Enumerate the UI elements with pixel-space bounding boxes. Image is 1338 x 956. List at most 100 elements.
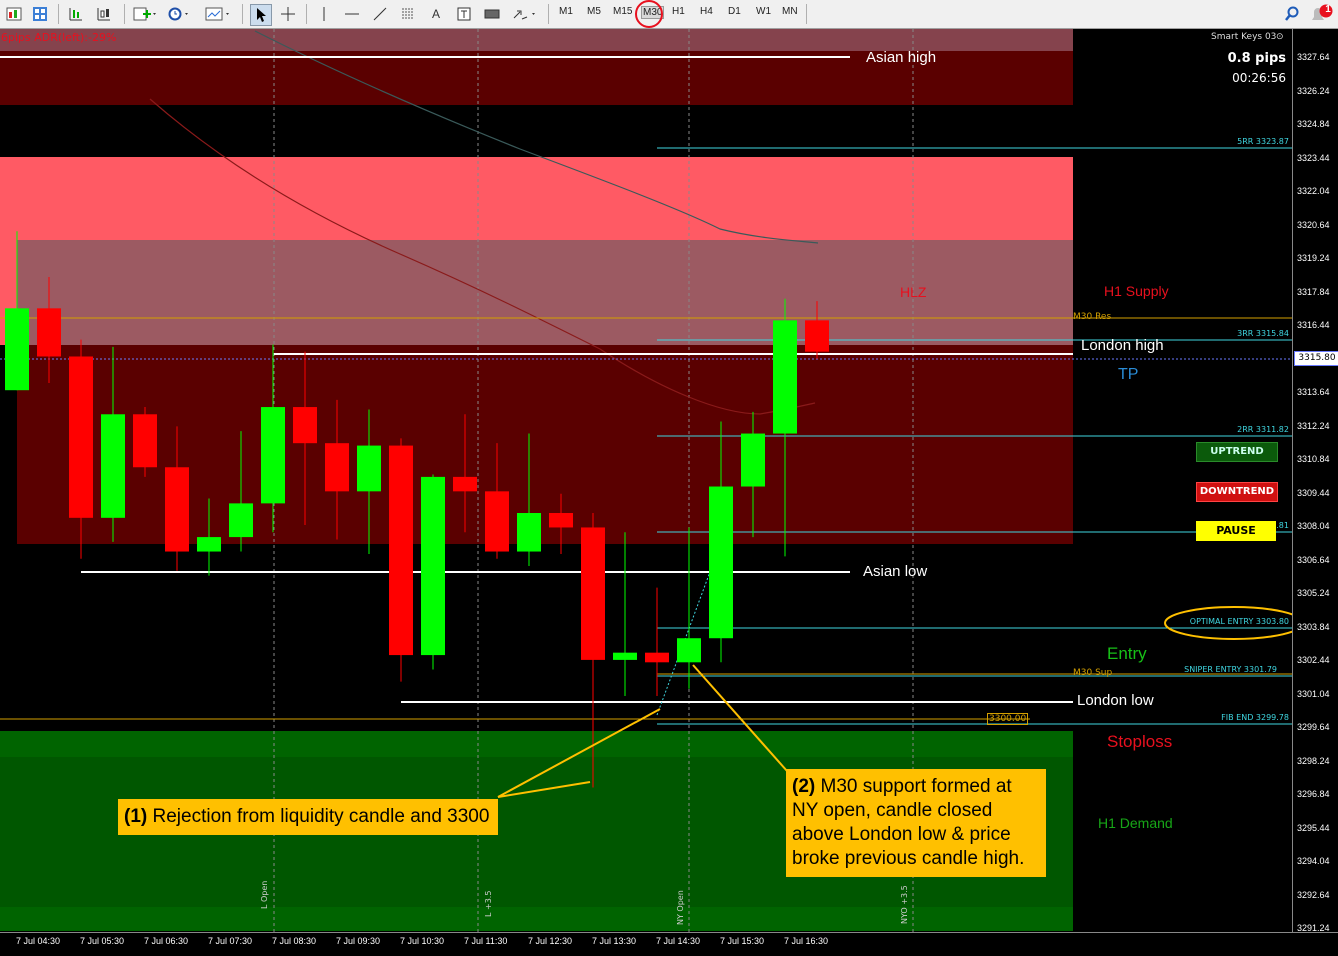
templates-icon[interactable] [204, 4, 234, 24]
timeframe-w1[interactable]: W1 [756, 6, 771, 17]
price-tick: 3324.84 [1297, 119, 1330, 129]
add-indicator-icon[interactable] [132, 4, 158, 24]
bull-candle [517, 513, 541, 552]
session-marker-l-plus: L +3.5 [484, 890, 493, 917]
time-axis[interactable]: 7 Jul 04:30 7 Jul 05:30 7 Jul 06:30 7 Jul 0… [0, 932, 1338, 956]
bear-candle [805, 320, 829, 352]
price-tick: 3294.04 [1297, 856, 1330, 866]
candle-timer: 00:26:56 [1232, 71, 1286, 85]
callout-1-text: Rejection from liquidity candle and 3300 [147, 806, 490, 827]
notification-count: 1 [1325, 4, 1331, 15]
callout-2-number: (2) [792, 776, 816, 797]
price-tick: 3319.24 [1297, 253, 1330, 263]
bull-candle [709, 486, 733, 639]
bear-candle [165, 467, 189, 552]
rectangle-icon[interactable] [482, 4, 502, 24]
timeframe-d1[interactable]: D1 [728, 6, 741, 17]
h1-supply-label: H1 Supply [1104, 283, 1169, 299]
uptrend-button[interactable]: UPTREND [1196, 442, 1278, 462]
price-tick: 3292.64 [1297, 889, 1330, 900]
tp-label: TP [1118, 366, 1139, 383]
profiles-icon[interactable] [30, 4, 50, 24]
timeframe-m5[interactable]: M5 [587, 6, 601, 17]
price-tick: 3313.64 [1297, 387, 1330, 397]
time-tick: 7 Jul 07:30 [208, 936, 253, 946]
trendline-icon[interactable] [370, 4, 390, 24]
callout-1: (1) Rejection from liquidity candle and … [118, 799, 498, 835]
timeframe-m1[interactable]: M1 [559, 6, 573, 17]
sniper-entry-label: SNIPER ENTRY 3301.79 [1184, 665, 1277, 674]
cursor-icon[interactable] [250, 4, 272, 26]
callout-2-text: M30 support formed at NY open, candle cl… [792, 776, 1025, 869]
bear-candle [69, 356, 93, 518]
history-clock-icon[interactable] [166, 4, 192, 24]
bear-candle [325, 443, 349, 492]
bear-candle [37, 308, 61, 357]
rr2-label: 2RR 3311.82 [1237, 425, 1289, 434]
toolbar: A M1 M5 M15 M30 H1 H4 D1 W1 MN 1 [0, 0, 1338, 29]
new-chart-icon[interactable] [4, 4, 24, 24]
round-level-label: 3300.00 [987, 713, 1029, 725]
bear-candle [133, 414, 157, 468]
adr-indicator: 6pips ADR(left):-29% [1, 31, 117, 44]
price-tick: 3310.84 [1297, 454, 1330, 464]
chart-candles-icon[interactable] [94, 4, 114, 24]
notifications-icon[interactable]: 1 [1308, 4, 1334, 24]
timeframe-h1[interactable]: H1 [672, 6, 685, 17]
bear-candle [549, 513, 573, 528]
horizontal-line-icon[interactable] [342, 4, 362, 24]
text-icon[interactable]: A [426, 4, 446, 24]
price-tick: 3326.24 [1297, 85, 1330, 96]
bull-candle [101, 414, 125, 518]
price-tick: 3317.84 [1297, 286, 1330, 297]
bull-candle [5, 308, 29, 391]
fibo-icon[interactable] [398, 4, 418, 24]
bull-candle [197, 537, 221, 552]
timeframe-h4[interactable]: H4 [700, 6, 713, 17]
text-label-icon[interactable] [454, 4, 474, 24]
price-tick: 3322.04 [1297, 186, 1330, 196]
bull-candle [741, 433, 765, 487]
time-tick: 7 Jul 06:30 [144, 936, 189, 946]
session-marker-nyo-plus: NYO +3.5 [900, 885, 909, 924]
asian-low-label: Asian low [863, 563, 928, 580]
rr1-label: .81 [1276, 521, 1289, 530]
bear-candle [389, 445, 413, 656]
time-tick: 7 Jul 12:30 [528, 936, 573, 946]
vertical-line-icon[interactable] [314, 4, 334, 24]
time-tick: 7 Jul 09:30 [336, 936, 381, 946]
selected-timeframe-circle [635, 0, 663, 28]
time-tick: 7 Jul 14:30 [656, 936, 701, 946]
chart-canvas [0, 29, 1292, 932]
pause-button[interactable]: PAUSE [1196, 521, 1276, 541]
timeframe-mn[interactable]: MN [782, 6, 798, 17]
time-tick: 7 Jul 04:30 [16, 936, 61, 946]
m30-res-label: M30 Res [1073, 312, 1112, 322]
settings-icon[interactable]: ⊙ [1276, 32, 1284, 42]
chart-area[interactable]: 6pips ADR(left):-29% Smart Keys 03 ⊙ 0.8… [0, 29, 1292, 932]
price-tick: 3301.04 [1297, 688, 1330, 699]
price-axis[interactable]: 3327.64 3326.24 3324.84 3323.44 3322.04 3320.… [1292, 29, 1338, 933]
bear-candle [293, 407, 317, 444]
price-tick: 3295.44 [1297, 822, 1330, 833]
search-icon[interactable] [1282, 4, 1302, 24]
bear-candle [485, 491, 509, 552]
fib-trend-line [656, 552, 718, 716]
bull-candle [677, 638, 701, 663]
bull-candle [261, 407, 285, 504]
timeframe-m15[interactable]: M15 [613, 6, 632, 17]
chart-bars-icon[interactable] [66, 4, 86, 24]
price-tick: 3323.44 [1297, 152, 1330, 163]
fib-end-label: FIB END 3299.78 [1221, 713, 1289, 722]
price-tick: 3296.84 [1297, 789, 1330, 799]
london-high-label: London high [1081, 337, 1164, 354]
bear-candle [453, 476, 477, 492]
current-price-tag: 3315.80 [1294, 351, 1338, 366]
price-tick: 3306.64 [1297, 554, 1330, 565]
price-tick: 3308.04 [1297, 521, 1330, 531]
price-tick: 3320.64 [1297, 219, 1330, 230]
downtrend-button[interactable]: DOWNTREND [1196, 482, 1278, 502]
crosshair-icon[interactable] [278, 4, 298, 24]
arrows-icon[interactable] [510, 4, 540, 24]
price-tick: 3303.84 [1297, 621, 1330, 632]
